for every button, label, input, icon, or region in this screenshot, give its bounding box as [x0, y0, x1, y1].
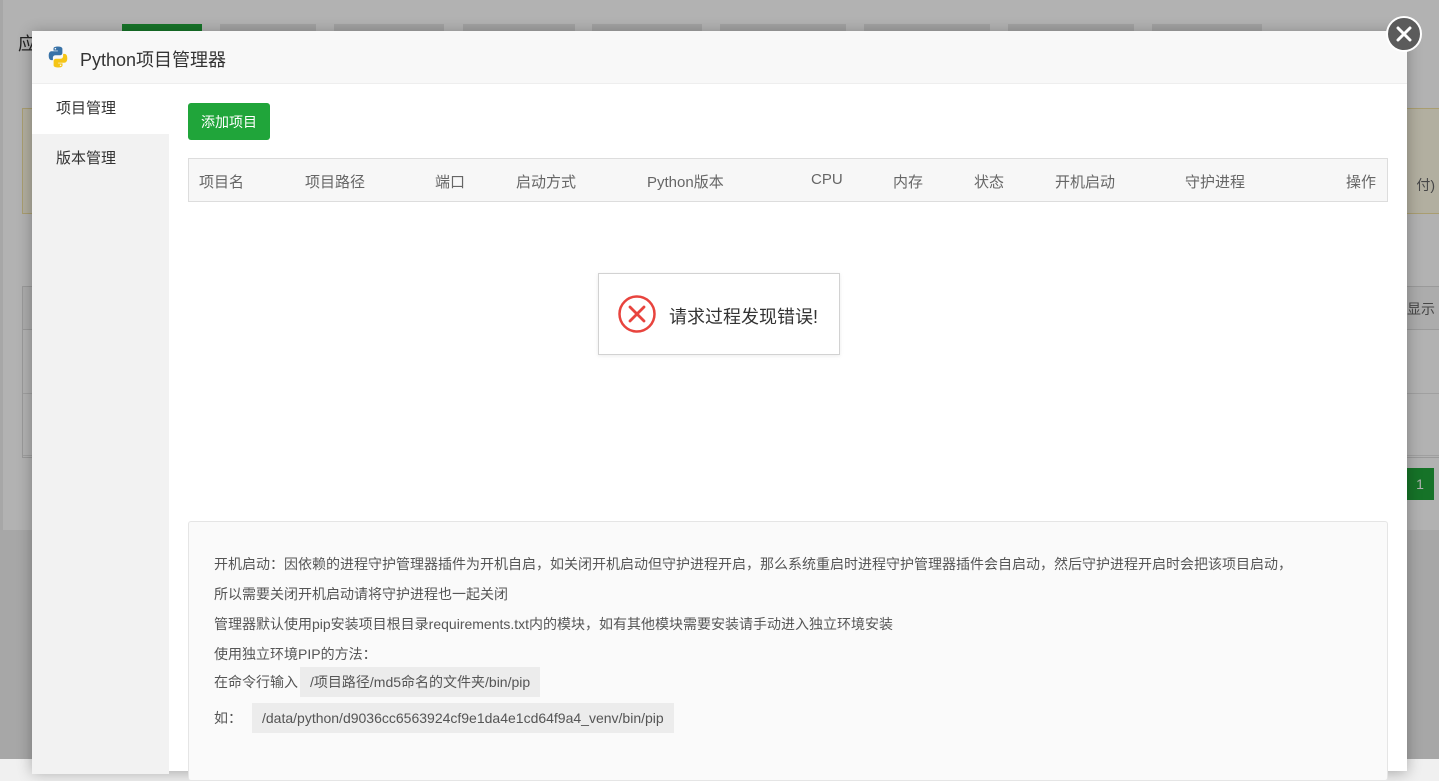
info-line-example: 如： /data/python/d9036cc6563924cf9e1da4e1c…: [214, 703, 674, 733]
add-project-button[interactable]: 添加项目: [188, 103, 270, 140]
error-circle-icon: [618, 295, 656, 333]
info-line: 所以需要关闭开机启动请将守护进程也一起关闭: [214, 586, 508, 602]
close-icon: [1396, 26, 1412, 42]
info-example-label: 如：: [214, 710, 242, 726]
column-header-actions: 操作: [1346, 174, 1377, 191]
modal-sidebar: 项目管理 版本管理: [32, 84, 169, 774]
sidebar-item-version-management[interactable]: 版本管理: [32, 134, 169, 184]
column-header-python-version: Python版本: [647, 174, 724, 191]
modal-header: Python项目管理器: [32, 31, 1407, 84]
column-header-cpu: CPU: [811, 171, 843, 188]
column-header-port: 端口: [435, 174, 466, 191]
info-line: 使用独立环境PIP的方法：: [214, 646, 377, 662]
info-command-label: 在命令行输入: [214, 674, 298, 690]
info-panel: 开机启动：因依赖的进程守护管理器插件为开机自启，如关闭开机启动但守护进程开启，那…: [188, 521, 1388, 781]
column-header-memory: 内存: [893, 174, 924, 191]
error-message: 请求过程发现错误!: [669, 307, 819, 327]
info-line-command: 在命令行输入/项目路径/md5命名的文件夹/bin/pip: [214, 667, 541, 697]
modal-title: Python项目管理器: [80, 50, 227, 70]
python-manager-modal: Python项目管理器 项目管理 版本管理 添加项目 项目名 项目路径 端口 启…: [32, 31, 1407, 781]
close-button[interactable]: [1386, 16, 1422, 52]
column-header-daemon: 守护进程: [1185, 174, 1246, 191]
code-snippet[interactable]: /项目路径/md5命名的文件夹/bin/pip: [300, 667, 541, 697]
column-header-autostart: 开机启动: [1055, 174, 1116, 191]
error-toast: 请求过程发现错误!: [598, 273, 840, 355]
modal-content: 添加项目 项目名 项目路径 端口 启动方式 Python版本 CPU 内存 状态…: [188, 84, 1388, 781]
column-header-project-name: 项目名: [199, 174, 245, 191]
sidebar-item-project-management[interactable]: 项目管理: [32, 84, 169, 134]
info-line: 开机启动：因依赖的进程守护管理器插件为开机自启，如关闭开机启动但守护进程开启，那…: [214, 556, 1292, 572]
info-line: 管理器默认使用pip安装项目根目录requirements.txt内的模块，如有…: [214, 616, 894, 632]
python-logo-icon: [48, 46, 68, 68]
column-header-start-mode: 启动方式: [516, 174, 577, 191]
code-snippet[interactable]: /data/python/d9036cc6563924cf9e1da4e1cd6…: [252, 703, 674, 733]
column-header-project-path: 项目路径: [305, 174, 366, 191]
project-table-header: 项目名 项目路径 端口 启动方式 Python版本 CPU 内存 状态 开机启动…: [188, 158, 1388, 202]
column-header-status: 状态: [974, 174, 1005, 191]
